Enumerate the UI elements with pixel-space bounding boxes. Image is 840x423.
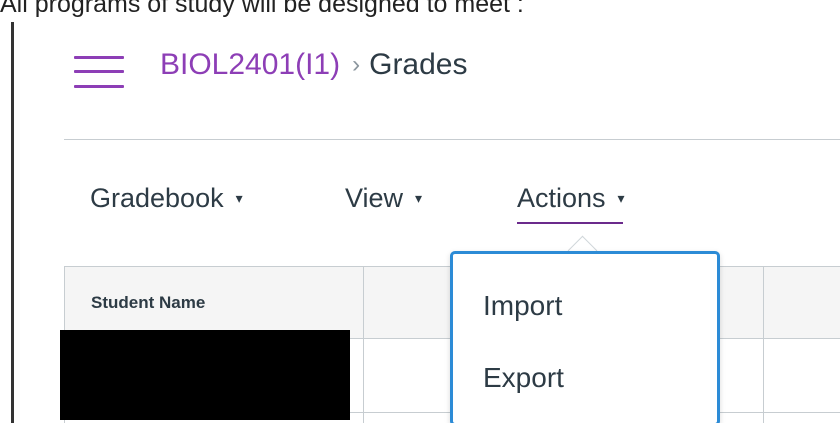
- redacted-student-name: [60, 330, 350, 420]
- caret-down-icon: ▾: [415, 190, 423, 206]
- page-top-text: All programs of study will be designed t…: [0, 0, 524, 18]
- left-rule: [11, 22, 14, 423]
- caret-down-icon: ▾: [235, 190, 243, 206]
- actions-menu-button[interactable]: Actions ▾: [517, 183, 625, 214]
- header-divider: [64, 139, 840, 140]
- grid-column-divider: [763, 266, 764, 423]
- import-menu-item[interactable]: Import: [483, 290, 562, 322]
- caret-down-icon: ▾: [617, 190, 625, 206]
- gradebook-menu-button[interactable]: Gradebook ▾: [90, 183, 243, 214]
- view-menu-label: View: [345, 183, 404, 213]
- gradebook-page: All programs of study will be designed t…: [0, 0, 840, 423]
- actions-dropdown-menu: Import Export: [450, 251, 720, 423]
- view-menu-button[interactable]: View ▾: [345, 183, 422, 214]
- breadcrumb-current-page: Grades: [369, 48, 468, 81]
- student-name-column-header[interactable]: Student Name: [91, 293, 205, 313]
- grid-column-divider: [363, 266, 364, 423]
- hamburger-menu-icon[interactable]: [74, 54, 124, 90]
- breadcrumb-course-link[interactable]: BIOL2401(I1): [160, 48, 340, 82]
- actions-menu-label: Actions: [517, 183, 606, 213]
- actions-active-underline: [517, 222, 623, 224]
- breadcrumb: BIOL2401(I1) › Grades: [160, 48, 468, 82]
- export-menu-item[interactable]: Export: [483, 362, 564, 394]
- gradebook-menu-label: Gradebook: [90, 183, 224, 213]
- breadcrumb-separator-icon: ›: [352, 51, 361, 78]
